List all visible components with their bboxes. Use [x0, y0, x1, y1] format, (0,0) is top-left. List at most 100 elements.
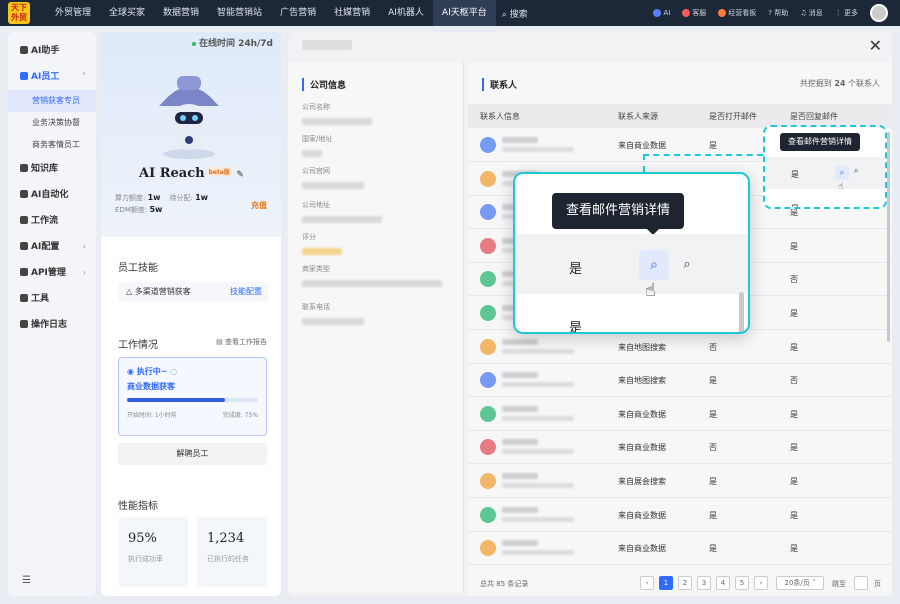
page-next[interactable]: ›	[754, 576, 768, 590]
chevron-right-icon: ›	[82, 242, 86, 251]
nav-data-marketing[interactable]: 数据营销	[154, 0, 208, 26]
email-replied: 是	[790, 443, 798, 453]
contact-name-blurred	[502, 338, 538, 345]
nav-social-marketing[interactable]: 社媒营销	[325, 0, 379, 26]
search-icon: ⌕	[501, 9, 510, 20]
contact-avatar	[480, 170, 496, 187]
email-opened: 否	[709, 342, 717, 352]
beta-badge: beta版	[206, 167, 232, 176]
menu-icon[interactable]: ☰	[22, 575, 31, 586]
goto-input[interactable]	[854, 576, 868, 590]
page-prev[interactable]: ‹	[640, 576, 654, 590]
sidebar-subitem-marketing[interactable]: 营销获客专员	[8, 90, 96, 112]
table-row[interactable]: 来自展会搜索 是 是	[468, 464, 892, 498]
sidebar-item-automation[interactable]: AI自动化	[8, 182, 96, 208]
assistant-icon	[20, 46, 28, 54]
kpi-success-rate: 95% 执行成功率	[118, 517, 188, 587]
nav-support[interactable]: 客服	[682, 8, 706, 18]
contact-source: 来自地图搜索	[618, 342, 666, 352]
log-icon	[20, 320, 28, 328]
progress-fill	[127, 398, 226, 402]
contact-source: 来自展会搜索	[618, 477, 666, 486]
table-row[interactable]: 来自商业数据 否 是	[468, 430, 892, 465]
page-3[interactable]: 3	[697, 576, 711, 590]
sidebar-item-ai-config[interactable]: AI配置 ›	[8, 234, 96, 260]
contact-name-blurred	[502, 439, 538, 446]
email-opened: 否	[709, 443, 717, 453]
page-2[interactable]: 2	[678, 576, 692, 590]
scan-icon[interactable]: ⌕	[854, 166, 858, 176]
scrollbar[interactable]	[739, 292, 744, 332]
skill-config-link[interactable]: 技能配置	[230, 282, 262, 302]
nav-global-buyers[interactable]: 全球买家	[100, 0, 154, 26]
goto-label: 跳至	[832, 580, 846, 588]
sidebar-item-workflow[interactable]: 工作流	[8, 208, 96, 234]
nav-more[interactable]: ⋮ 更多	[835, 8, 858, 18]
scan-icon[interactable]: ⌕	[677, 250, 697, 280]
page-5[interactable]: 5	[735, 576, 749, 590]
table-row[interactable]: 来自商业数据 是 是	[468, 531, 892, 566]
edit-icon[interactable]: ✎	[236, 170, 244, 180]
nav-ai-robot[interactable]: AI机器人	[379, 0, 433, 26]
nav-smart-marketing-site[interactable]: 智能营销站	[208, 0, 271, 26]
page-4[interactable]: 4	[716, 576, 730, 590]
nav-messages[interactable]: ♫ 消息	[800, 8, 823, 18]
zoom-callout: 查看邮件营销详情 是 是 ⌕ ⌕ ☝	[513, 172, 750, 334]
contact-avatar	[480, 237, 496, 254]
sidebar-item-logs[interactable]: 操作日志	[8, 312, 96, 338]
user-avatar[interactable]	[870, 4, 888, 22]
tools-icon	[20, 294, 28, 302]
table-row[interactable]: 来自地图搜索 否 是	[468, 330, 892, 364]
email-replied: 是	[790, 309, 798, 318]
contact-name-blurred	[502, 372, 538, 379]
table-row[interactable]: 来自商业数据 是 是	[468, 498, 892, 532]
table-row[interactable]: 来自商业数据 是 是	[468, 397, 892, 431]
sidebar-item-tools[interactable]: 工具	[8, 286, 96, 312]
sidebar-item-ai-assistant[interactable]: AI助手	[8, 38, 96, 64]
sidebar-subitem-business[interactable]: 商务客情员工	[8, 134, 96, 156]
contact-avatar	[480, 372, 496, 389]
online-status: 在线时间 24h/7d	[191, 36, 273, 49]
tooltip-email-detail: 查看邮件营销详情	[552, 193, 685, 235]
contact-avatar	[480, 473, 496, 489]
employee-icon	[20, 72, 28, 80]
reply-value: 是	[569, 321, 583, 334]
total-records: 总共 85 条记录	[480, 580, 529, 588]
page-1[interactable]: 1	[659, 576, 673, 590]
contacts-title: 联系人	[482, 78, 517, 91]
contact-email-blurred	[502, 550, 574, 556]
nav-trade-management[interactable]: 外贸管理	[46, 0, 100, 26]
nav-ai[interactable]: AI	[653, 9, 670, 17]
sidebar-item-knowledge[interactable]: 知识库	[8, 156, 96, 182]
view-email-detail-icon[interactable]: ⌕	[639, 250, 669, 280]
sidebar-item-api[interactable]: API管理 ›	[8, 260, 96, 286]
eye-icon: ◉	[127, 367, 137, 376]
nav-help[interactable]: ? 帮助	[768, 8, 788, 18]
email-replied: 是	[790, 342, 798, 352]
nav-search[interactable]: ⌕ 搜索	[502, 7, 528, 20]
col-replied: 是否回复邮件	[790, 112, 838, 121]
nav-ai-platform[interactable]: AI天枢平台	[432, 0, 496, 26]
table-scrollbar[interactable]	[887, 132, 890, 342]
view-email-detail-icon[interactable]: ⌕	[835, 166, 849, 180]
close-icon[interactable]: ✕	[869, 36, 882, 55]
contacts-count: 共挖掘到 24 个联系人	[799, 79, 880, 88]
kpi-tasks-done: 1,234 已执行的任务	[197, 517, 267, 587]
recharge-button[interactable]: 充值	[251, 200, 267, 211]
connector-line	[643, 154, 645, 172]
view-report-link[interactable]: ▤ 查看工作报告	[216, 337, 267, 347]
work-task: 商业数据获客	[127, 382, 175, 391]
contact-avatar	[480, 338, 496, 355]
sidebar-subitem-decision[interactable]: 业务决策协督	[8, 112, 96, 134]
dismiss-employee-button[interactable]: 解聘员工	[118, 443, 267, 465]
email-opened: 是	[709, 141, 717, 150]
table-row[interactable]: 来自地图搜索 是 否	[468, 363, 892, 398]
nav-ad-marketing[interactable]: 广告营销	[271, 0, 325, 26]
nav-dashboard[interactable]: 经营看板	[718, 8, 756, 18]
highlight-row	[765, 157, 885, 189]
app-logo[interactable]: 天下 外贸	[8, 2, 30, 24]
page-size-select[interactable]: 20条/页 ˅	[776, 576, 824, 590]
sidebar-item-ai-employee[interactable]: AI员工 ˅	[8, 64, 96, 90]
skill-icon: △	[126, 287, 135, 296]
contact-email-blurred	[502, 348, 574, 354]
